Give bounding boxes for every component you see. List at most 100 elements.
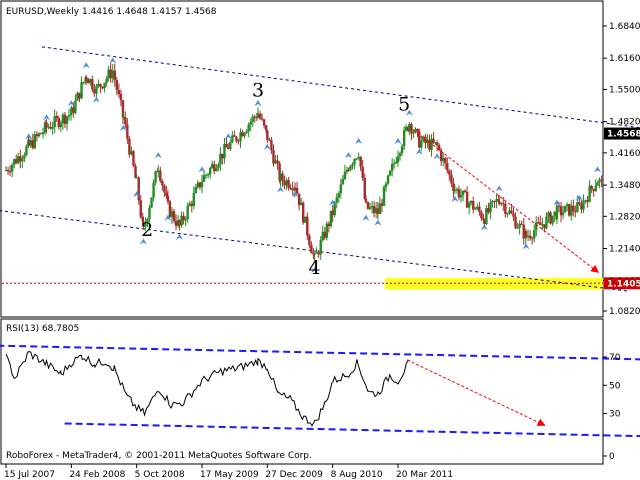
price-bar — [59, 123, 63, 128]
price-bar — [10, 164, 14, 172]
price-bar — [256, 113, 260, 118]
price-bar — [366, 201, 370, 209]
price-bar — [163, 185, 166, 193]
price-bar — [128, 138, 131, 155]
chart-canvas: 23456 1.68401.61601.55001.48201.41601.34… — [0, 0, 640, 480]
price-bar — [500, 203, 503, 205]
price-bar — [239, 132, 242, 142]
price-bar — [574, 211, 577, 213]
price-bar — [388, 170, 392, 176]
price-bar — [395, 162, 398, 164]
price-bar — [196, 182, 200, 188]
price-bar — [576, 202, 579, 213]
price-bar — [448, 170, 451, 175]
price-axis-label: 1.5500 — [609, 85, 640, 95]
price-bar — [119, 94, 123, 101]
time-axis-label: 17 May 2009 — [200, 470, 259, 480]
price-bar — [194, 187, 198, 193]
price-bar — [97, 83, 100, 87]
price-bar — [455, 189, 459, 191]
price-bar — [93, 89, 96, 94]
time-axis-label: 5 Oct 2008 — [135, 470, 185, 480]
price-bar — [465, 191, 469, 208]
price-bar — [45, 122, 48, 128]
price-bar — [237, 140, 240, 142]
price-bar — [39, 133, 43, 135]
price-bar — [126, 124, 129, 139]
price-bar — [235, 136, 238, 141]
price-bar — [487, 208, 490, 213]
price-bar — [378, 203, 382, 214]
price-bar — [470, 200, 473, 204]
price-bar — [166, 195, 170, 202]
price-bar — [453, 190, 457, 192]
price-bar — [592, 189, 595, 191]
price-bar — [253, 116, 256, 118]
price-panel — [0, 0, 604, 318]
price-bar — [287, 180, 290, 188]
price-bar — [547, 212, 550, 217]
price-bar — [361, 166, 364, 178]
price-bar — [279, 173, 282, 181]
price-bar — [152, 182, 155, 198]
price-bar — [150, 197, 153, 208]
price-bar — [302, 202, 305, 223]
price-bar — [478, 206, 481, 212]
price-bar — [386, 175, 390, 184]
time-axis-label: 15 Jul 2007 — [4, 470, 55, 480]
price-bar — [289, 187, 292, 189]
price-bar — [430, 138, 433, 150]
price-bar — [504, 203, 507, 214]
price-bar — [393, 162, 396, 164]
price-bar — [72, 107, 75, 113]
price-bar — [317, 252, 320, 255]
price-bar — [103, 82, 106, 89]
price-bar — [157, 170, 160, 172]
price-bar — [47, 126, 50, 128]
price-bar — [89, 79, 92, 84]
price-bar — [225, 144, 228, 148]
price-bar — [545, 216, 548, 229]
price-bar — [174, 220, 178, 226]
price-bar — [192, 192, 196, 206]
price-bar — [33, 134, 37, 148]
time-axis-label: 20 Mar 2011 — [396, 470, 453, 480]
price-bar — [154, 171, 157, 183]
price-bar — [565, 204, 569, 206]
price-bar — [4, 170, 8, 172]
price-bar — [78, 92, 81, 99]
price-bar — [200, 181, 204, 188]
price-bar — [368, 207, 372, 209]
rsi-title: RSI(13) 68.7805 — [6, 324, 79, 334]
price-bar — [522, 224, 525, 239]
price-bar — [148, 207, 151, 220]
footer-copyright: RoboForex - MetaTrader4, © 2001-2011 Met… — [6, 451, 312, 461]
price-bar — [6, 170, 10, 172]
price-bar — [223, 144, 226, 159]
price-axis-label: 1.2140 — [609, 245, 640, 255]
price-axis-label: 1.6160 — [609, 54, 640, 64]
price-bar — [172, 211, 176, 221]
price-bar — [135, 177, 138, 179]
price-bar — [341, 179, 345, 185]
price-bar — [588, 185, 591, 202]
price-bar — [101, 86, 104, 89]
wave-label-4: 4 — [309, 257, 321, 279]
price-bar — [213, 164, 216, 172]
price-bar — [15, 159, 18, 164]
price-bar — [551, 215, 554, 224]
price-bar — [463, 190, 467, 192]
price-bar — [313, 253, 316, 255]
price-bar — [82, 82, 85, 84]
price-bar — [410, 124, 413, 134]
price-bar — [526, 235, 530, 237]
price-bar — [80, 82, 83, 99]
price-bar — [549, 212, 552, 224]
price-bar — [117, 90, 121, 95]
price-bar — [55, 115, 58, 118]
price-bar — [467, 203, 471, 208]
price-bar — [41, 132, 45, 134]
price-bar — [105, 78, 108, 83]
price-bar — [111, 70, 114, 79]
price-bar — [459, 195, 463, 198]
